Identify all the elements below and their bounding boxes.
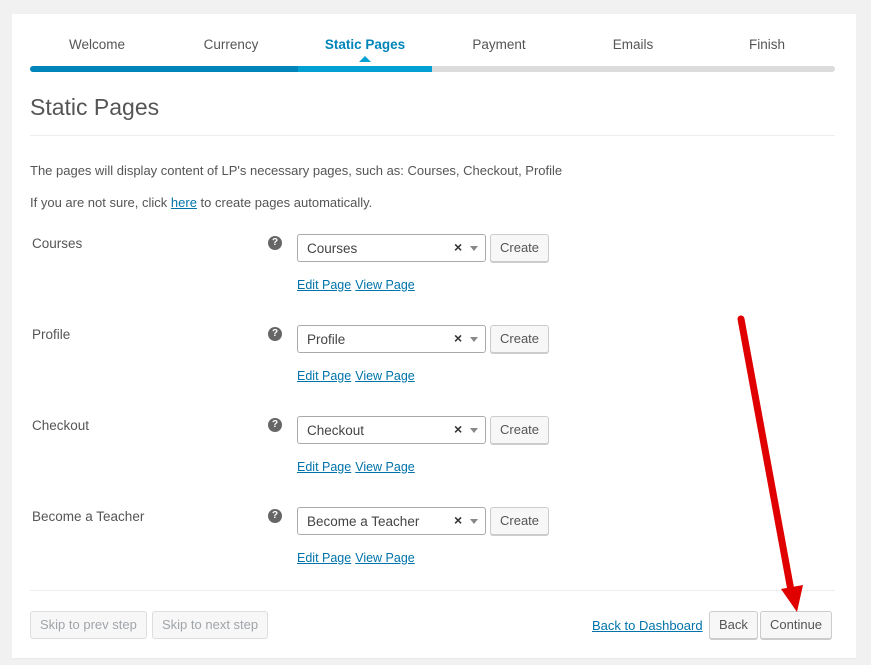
progress-current-step [298, 66, 433, 72]
view-page-link[interactable]: View Page [355, 551, 415, 565]
courses-page-select[interactable]: Courses × [297, 234, 486, 262]
dropdown-arrow-icon[interactable] [470, 428, 478, 433]
edit-page-link[interactable]: Edit Page [297, 369, 351, 383]
clear-icon[interactable]: × [454, 239, 462, 255]
dropdown-arrow-icon[interactable] [470, 337, 478, 342]
current-step-caret [359, 56, 371, 62]
clear-icon[interactable]: × [454, 421, 462, 437]
step-static-pages[interactable]: Static Pages [298, 37, 432, 52]
dropdown-arrow-icon[interactable] [470, 246, 478, 251]
view-page-link[interactable]: View Page [355, 278, 415, 292]
wizard-steps: Welcome Currency Static Pages Payment Em… [30, 14, 835, 74]
step-payment[interactable]: Payment [432, 37, 566, 52]
row-label-courses: Courses [32, 236, 83, 251]
become-a-teacher-page-select[interactable]: Become a Teacher × [297, 507, 486, 535]
create-profile-button[interactable]: Create [490, 325, 550, 353]
auto-create-link[interactable]: here [171, 195, 197, 210]
help-icon[interactable]: ? [268, 418, 282, 432]
checkout-page-links: Edit Page View Page [297, 460, 419, 474]
profile-page-links: Edit Page View Page [297, 369, 419, 383]
skip-to-prev-step-button[interactable]: Skip to prev step [30, 611, 147, 639]
skip-to-next-step-button[interactable]: Skip to next step [152, 611, 269, 639]
setup-wizard-panel: Welcome Currency Static Pages Payment Em… [12, 14, 856, 658]
footer-divider [30, 590, 835, 591]
back-button[interactable]: Back [709, 611, 758, 639]
progress-completed [30, 66, 299, 72]
help-icon[interactable]: ? [268, 236, 282, 250]
auto-create-text: If you are not sure, click here to creat… [30, 195, 373, 210]
view-page-link[interactable]: View Page [355, 460, 415, 474]
courses-page-links: Edit Page View Page [297, 278, 419, 292]
continue-button[interactable]: Continue [760, 611, 833, 639]
edit-page-link[interactable]: Edit Page [297, 460, 351, 474]
create-become-a-teacher-button[interactable]: Create [490, 507, 550, 535]
page-title: Static Pages [30, 94, 160, 120]
step-welcome[interactable]: Welcome [30, 37, 164, 52]
help-icon[interactable]: ? [268, 509, 282, 523]
progress-bar [30, 66, 835, 72]
dropdown-arrow-icon[interactable] [470, 519, 478, 524]
help-icon[interactable]: ? [268, 327, 282, 341]
view-page-link[interactable]: View Page [355, 369, 415, 383]
row-label-profile: Profile [32, 327, 71, 342]
back-to-dashboard-link[interactable]: Back to Dashboard [592, 618, 703, 633]
profile-page-select[interactable]: Profile × [297, 325, 486, 353]
divider [30, 135, 835, 136]
clear-icon[interactable]: × [454, 512, 462, 528]
row-label-become-a-teacher: Become a Teacher [32, 509, 145, 524]
step-currency[interactable]: Currency [164, 37, 298, 52]
step-finish[interactable]: Finish [700, 37, 834, 52]
description-text: The pages will display content of LP's n… [30, 163, 563, 178]
edit-page-link[interactable]: Edit Page [297, 278, 351, 292]
become-a-teacher-page-links: Edit Page View Page [297, 551, 419, 565]
clear-icon[interactable]: × [454, 330, 462, 346]
create-courses-button[interactable]: Create [490, 234, 550, 262]
edit-page-link[interactable]: Edit Page [297, 551, 351, 565]
create-checkout-button[interactable]: Create [490, 416, 550, 444]
row-label-checkout: Checkout [32, 418, 90, 433]
step-emails[interactable]: Emails [566, 37, 700, 52]
checkout-page-select[interactable]: Checkout × [297, 416, 486, 444]
